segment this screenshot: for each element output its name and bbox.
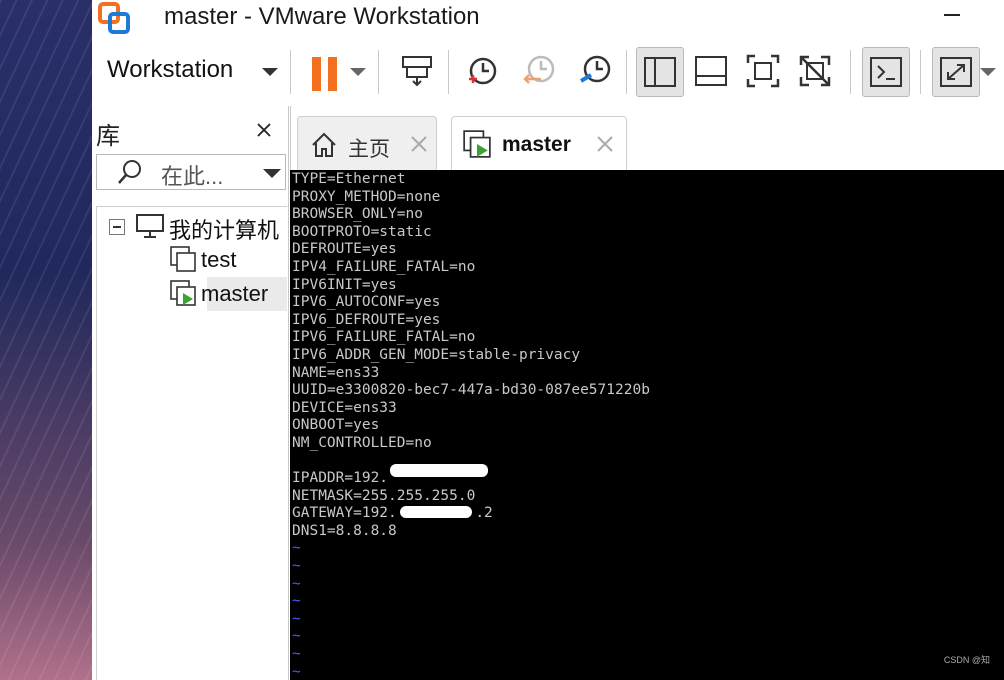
console-tilde: ~ xyxy=(292,540,301,557)
console-view-button[interactable] xyxy=(862,47,910,97)
console-line: UUID=e3300820-bec7-447a-bd30-087ee571220… xyxy=(292,382,650,399)
title-bar: master - VMware Workstation xyxy=(92,0,1004,36)
computer-icon xyxy=(136,214,164,238)
console-line: NETMASK=255.255.255.0 xyxy=(292,487,476,504)
console-line: IPV6_DEFROUTE=yes xyxy=(292,311,441,328)
tree-item-master[interactable]: master xyxy=(201,281,268,307)
pause-button[interactable] xyxy=(302,47,348,95)
console-tilde: ~ xyxy=(292,628,301,645)
library-panel: 库 在此... 我的计算机 test master xyxy=(92,106,289,680)
vm-console[interactable]: TYPE=Ethernet PROXY_METHOD=none BROWSER_… xyxy=(290,170,1004,680)
vm-running-icon xyxy=(463,130,491,158)
close-icon[interactable] xyxy=(410,135,428,153)
unity-button[interactable] xyxy=(792,47,838,95)
console-line: IPV6INIT=yes xyxy=(292,276,397,293)
collapse-toggle[interactable] xyxy=(109,219,125,235)
revert-snapshot-button[interactable] xyxy=(516,47,562,95)
console-line: NM_CONTROLLED=no xyxy=(292,434,432,451)
console-tilde: ~ xyxy=(292,593,301,610)
show-library-icon xyxy=(644,57,676,87)
snapshot-manager-icon xyxy=(579,55,611,83)
toolbar-divider xyxy=(626,50,627,94)
window-title: master - VMware Workstation xyxy=(164,3,480,30)
console-line: DEVICE=ens33 xyxy=(292,399,397,416)
minimize-button[interactable] xyxy=(944,14,960,16)
console-tilde: ~ xyxy=(292,646,301,663)
tab-home-label: 主页 xyxy=(348,138,390,161)
show-library-button[interactable] xyxy=(636,47,684,97)
tree-root-label[interactable]: 我的计算机 xyxy=(169,213,279,245)
chevron-down-icon[interactable] xyxy=(980,68,996,76)
close-icon[interactable] xyxy=(596,135,614,153)
pause-icon xyxy=(312,57,321,91)
search-placeholder: 在此... xyxy=(161,164,224,189)
console-line: TYPE=Ethernet xyxy=(292,171,406,187)
console-line: DEFROUTE=yes xyxy=(292,241,397,258)
take-snapshot-button[interactable] xyxy=(460,47,506,95)
watermark: CSDN @知 xyxy=(943,655,990,666)
console-line: IPV4_FAILURE_FATAL=no xyxy=(292,258,476,275)
toolbar-divider xyxy=(290,50,291,94)
desktop-background xyxy=(0,0,92,680)
toolbar-divider xyxy=(378,50,379,94)
tab-bar: 主页 master xyxy=(290,106,1004,171)
console-line: DNS1=8.8.8.8 xyxy=(292,522,397,539)
toolbar-divider xyxy=(448,50,449,94)
vmware-window: master - VMware Workstation Workstation xyxy=(92,0,1004,680)
console-tilde: ~ xyxy=(292,663,301,680)
chevron-down-icon[interactable] xyxy=(262,68,278,76)
console-line: IPV6_FAILURE_FATAL=no xyxy=(292,329,476,346)
vm-running-icon xyxy=(170,280,196,306)
tree-item-test[interactable]: test xyxy=(201,247,236,273)
chevron-down-icon[interactable] xyxy=(263,169,281,178)
redaction-mark xyxy=(400,506,472,518)
toolbar-divider xyxy=(920,50,921,94)
library-title: 库 xyxy=(96,123,120,150)
library-tree: 我的计算机 test master xyxy=(96,206,287,680)
send-keys-icon xyxy=(402,56,432,87)
console-line: NAME=ens33 xyxy=(292,364,380,381)
redaction-mark xyxy=(390,464,488,477)
console-tilde: ~ xyxy=(292,575,301,592)
console-line: IPV6_AUTOCONF=yes xyxy=(292,294,441,311)
console-line: BROWSER_ONLY=no xyxy=(292,206,423,223)
console-line: IPV6_ADDR_GEN_MODE=stable-privacy xyxy=(292,346,581,363)
tab-master-label: master xyxy=(502,133,571,156)
console-tilde: ~ xyxy=(292,610,301,627)
chevron-down-icon[interactable] xyxy=(350,68,366,76)
library-search-input[interactable]: 在此... xyxy=(96,154,286,190)
home-icon xyxy=(312,132,336,157)
vm-icon xyxy=(170,246,196,272)
console-tilde: ~ xyxy=(292,558,301,575)
toolbar-divider xyxy=(850,50,851,94)
fullscreen-icon xyxy=(746,54,780,88)
console-line: PROXY_METHOD=none xyxy=(292,188,441,205)
toolbar: Workstation xyxy=(92,38,1004,104)
console-line: ONBOOT=yes xyxy=(292,417,380,434)
console-line: GATEWAY=192. .2 xyxy=(292,505,493,522)
stretch-guest-button[interactable] xyxy=(932,47,980,97)
thumbnail-bar-button[interactable] xyxy=(688,47,734,95)
snapshot-take-icon xyxy=(469,57,497,85)
unity-icon xyxy=(799,55,831,87)
tab-home[interactable]: 主页 xyxy=(297,116,437,171)
vmware-logo-icon xyxy=(98,2,130,34)
snapshot-manager-button[interactable] xyxy=(572,47,618,95)
console-line: BOOTPROTO=static xyxy=(292,223,432,240)
console-view-icon xyxy=(870,57,902,87)
workstation-menu[interactable]: Workstation xyxy=(107,56,233,84)
tab-master[interactable]: master xyxy=(451,116,627,171)
close-icon[interactable] xyxy=(256,122,272,138)
snapshot-revert-icon xyxy=(523,55,555,84)
search-icon xyxy=(118,160,141,184)
stretch-guest-icon xyxy=(940,57,972,87)
send-ctrl-alt-del-button[interactable] xyxy=(394,47,440,95)
full-screen-button[interactable] xyxy=(740,47,786,95)
thumbnail-bar-icon xyxy=(695,56,727,86)
